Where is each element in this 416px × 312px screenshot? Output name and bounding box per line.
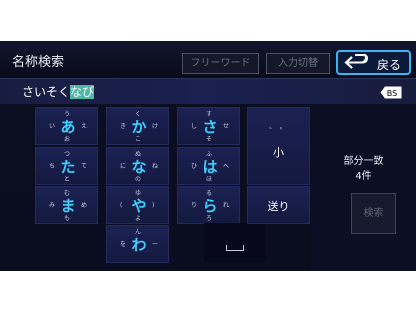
header-bar: 名称検索 フリーワード 入力切替 戻る xyxy=(0,41,416,79)
key-ma-bottom: も xyxy=(64,215,71,222)
key-a-top: う xyxy=(64,111,71,118)
key-a-main: あ xyxy=(60,118,76,136)
input-text-highlight: なび xyxy=(70,85,95,99)
key-ya[interactable]: ゆ ( や ) よ xyxy=(106,186,169,224)
key-ka-main: か xyxy=(131,118,147,136)
key-wa-left: を xyxy=(120,241,127,248)
key-a[interactable]: う い あ え お xyxy=(35,107,98,145)
key-ha-left: ひ xyxy=(191,163,198,170)
key-ha-top: ふ xyxy=(206,151,213,158)
key-ka-right: け xyxy=(152,123,159,130)
match-mode-label: 部分一致 xyxy=(343,156,384,167)
key-ta-bottom: と xyxy=(64,176,71,183)
key-ha[interactable]: ふ ひ は へ ほ xyxy=(177,147,240,185)
key-sa-right: せ xyxy=(223,123,230,130)
input-text: さいそくなび xyxy=(22,83,95,100)
key-ra-left: り xyxy=(191,202,198,209)
backspace-button[interactable]: BS xyxy=(380,86,402,99)
key-ra-bottom: ろ xyxy=(206,215,213,222)
key-wa[interactable]: ん を わ ー xyxy=(106,225,169,263)
key-na[interactable]: ぬ に な ね の xyxy=(106,147,169,185)
key-ka-top: く xyxy=(135,111,142,118)
key-ma-top: む xyxy=(64,190,71,197)
key-a-bottom: お xyxy=(64,136,71,143)
key-sa-top: す xyxy=(206,111,213,118)
key-ma-main: ま xyxy=(60,197,76,215)
dakuten-label: ゛ ゜ xyxy=(269,127,288,136)
key-ya-main: や xyxy=(131,197,147,215)
key-ya-bottom: よ xyxy=(135,215,142,222)
key-ra-main: ら xyxy=(202,197,218,215)
key-wa-top: ん xyxy=(135,229,142,236)
backspace-label: BS xyxy=(387,89,397,98)
return-arrow-icon xyxy=(344,54,369,69)
small-kana-label: 小 xyxy=(273,146,284,159)
key-ta-left: ち xyxy=(49,163,56,170)
key-ma-right: め xyxy=(81,202,88,209)
key-ka-bottom: こ xyxy=(135,136,142,143)
send-key[interactable]: 送り xyxy=(247,186,310,224)
small-kana-key[interactable]: ゛ ゜ 小 xyxy=(247,107,310,185)
key-ya-left: ( xyxy=(120,202,123,209)
key-na-left: に xyxy=(120,163,127,170)
kana-keypad: う い あ え お く き か け こ す し さ せ そ つ ち た て と xyxy=(35,107,310,264)
back-button[interactable]: 戻る xyxy=(336,50,411,75)
result-panel: 部分一致 4件 検索 xyxy=(311,106,416,271)
key-ma-left: み xyxy=(49,202,56,209)
space-key[interactable] xyxy=(204,223,266,262)
key-wa-main: わ xyxy=(131,236,147,254)
search-input[interactable]: さいそくなび BS xyxy=(0,79,416,104)
key-ra[interactable]: る り ら れ ろ xyxy=(177,186,240,224)
key-sa-left: し xyxy=(191,123,198,130)
key-ya-right: ) xyxy=(152,202,155,209)
key-ta-right: て xyxy=(81,163,88,170)
key-ta[interactable]: つ ち た て と xyxy=(35,147,98,185)
back-label: 戻る xyxy=(377,58,402,72)
key-ka-left: き xyxy=(120,123,127,130)
key-a-left: い xyxy=(49,123,56,130)
key-ha-right: へ xyxy=(223,163,230,170)
key-ya-top: ゆ xyxy=(135,190,142,197)
key-ka[interactable]: く き か け こ xyxy=(106,107,169,145)
key-ta-main: た xyxy=(60,158,76,176)
key-a-right: え xyxy=(81,123,88,130)
key-ta-top: つ xyxy=(64,151,71,158)
key-ma[interactable]: む み ま め も xyxy=(35,186,98,224)
key-ra-right: れ xyxy=(223,202,230,209)
key-na-main: な xyxy=(131,158,147,176)
send-label: 送り xyxy=(267,200,290,213)
key-na-bottom: の xyxy=(135,176,142,183)
key-ra-top: る xyxy=(206,190,213,197)
key-na-right: ね xyxy=(152,163,159,170)
input-text-plain: さいそく xyxy=(22,85,71,99)
key-sa-main: さ xyxy=(202,118,218,136)
key-ha-main: は xyxy=(202,158,218,176)
space-icon xyxy=(226,245,244,251)
key-sa[interactable]: す し さ せ そ xyxy=(177,107,240,145)
page-title: 名称検索 xyxy=(12,55,65,70)
result-count: 4件 xyxy=(355,171,372,182)
search-button[interactable]: 検索 xyxy=(351,193,396,234)
nav-screen: 名称検索 フリーワード 入力切替 戻る さいそくなび BS う い あ え お … xyxy=(0,41,416,271)
input-switch-button[interactable]: 入力切替 xyxy=(266,53,330,74)
key-na-top: ぬ xyxy=(135,151,142,158)
key-ha-bottom: ほ xyxy=(206,176,213,183)
key-wa-right: ー xyxy=(152,241,159,248)
free-word-button[interactable]: フリーワード xyxy=(182,53,259,74)
key-sa-bottom: そ xyxy=(206,136,213,143)
